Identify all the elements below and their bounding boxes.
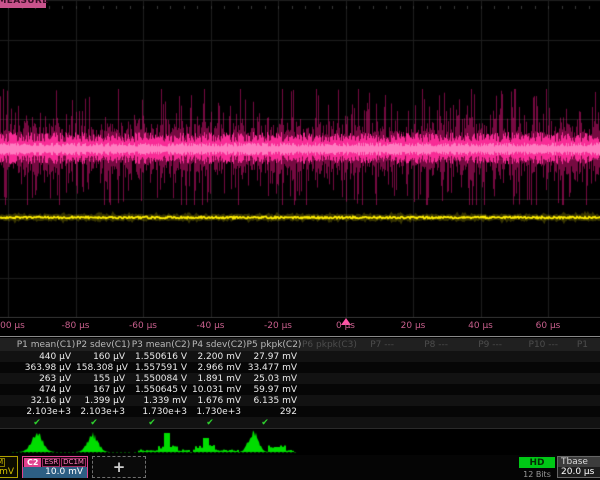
time-axis-label: 0 µs (336, 321, 355, 331)
check-icon: ✔ (192, 418, 246, 428)
measurement-row: ✔✔✔✔✔ (0, 417, 600, 428)
measurement-row: 263 µV155 µV1.550084 V1.891 mV25.03 mV (0, 373, 600, 384)
measurement-value: 2.966 mV (192, 363, 246, 373)
measurement-value: 1.730e+3 (130, 407, 192, 417)
timebase-value: 20.0 µs (558, 467, 600, 478)
c2-coupling-badge: DC1M (61, 458, 86, 467)
check-icon: ✔ (130, 418, 192, 428)
check-icon: ✔ (76, 418, 130, 428)
measurement-value: 32.16 µV (16, 396, 76, 406)
time-axis-label: -60 µs (129, 321, 157, 331)
measurement-value: 1.339 mV (130, 396, 192, 406)
measurement-value: 440 µV (16, 352, 76, 362)
measurement-value: 27.97 mV (246, 352, 302, 362)
measurement-value: 1.676 mV (192, 396, 246, 406)
measurement-row: 440 µV160 µV1.550616 V2.200 mV27.97 mV (0, 351, 600, 362)
measurement-value: 1.399 µV (76, 396, 130, 406)
c2-vdiv-value: 10.0 mV (23, 467, 87, 478)
measurement-column-header[interactable]: P10 --- (514, 340, 570, 350)
measurement-value: 25.03 mV (246, 374, 302, 384)
measurement-column-header[interactable]: P6 pkpk(C3) (302, 340, 352, 350)
measurement-row: 474 µV167 µV1.550645 V10.031 mV59.97 mV (0, 384, 600, 395)
measurement-column-header[interactable]: P2 sdev(C1) (76, 340, 130, 350)
check-icon: ✔ (16, 418, 76, 428)
time-axis-label: -80 µs (62, 321, 90, 331)
measurement-column-header[interactable]: P1 mean(C1) (16, 340, 76, 350)
measurement-value: 2.103e+3 (16, 407, 76, 417)
measurement-value: 1.557591 V (130, 363, 192, 373)
add-trace-button[interactable]: + (92, 456, 146, 478)
channel-descriptor-c2[interactable]: C2 ESR DC1M 10.0 mV (22, 456, 88, 478)
measurement-value: 363.98 µV (16, 363, 76, 373)
measurement-value: 263 µV (16, 374, 76, 384)
time-axis-label: 40 µs (468, 321, 493, 331)
time-axis: -100 µs -80 µs -60 µs -40 µs -20 µs 0 µs 20 µs… (0, 318, 600, 336)
measurement-table: P1 mean(C1)P2 sdev(C1)P3 mean(C2)P4 sdev… (0, 338, 600, 428)
measurement-value: 10.031 mV (192, 385, 246, 395)
measurement-column-header[interactable]: P4 sdev(C2) (192, 340, 246, 350)
hd-mode-badge[interactable]: HD (519, 457, 555, 468)
timebase-descriptor[interactable]: Tbase 20.0 µs (557, 456, 600, 478)
measurement-value: 158.308 µV (76, 363, 130, 373)
measurement-value: 6.135 mV (246, 396, 302, 406)
measurement-value: 167 µV (76, 385, 130, 395)
measurement-value: 160 µV (76, 352, 130, 362)
timebase-title: Tbase (558, 457, 600, 467)
measurement-value: 1.891 mV (192, 374, 246, 384)
measurement-row: 363.98 µV158.308 µV1.557591 V2.966 mV33.… (0, 362, 600, 373)
measurement-column-header[interactable]: P8 --- (406, 340, 460, 350)
check-icon: ✔ (246, 418, 302, 428)
measurement-column-header[interactable]: P9 --- (460, 340, 514, 350)
time-axis-label: -20 µs (264, 321, 292, 331)
measurement-column-header[interactable]: P1 (570, 340, 600, 350)
measurement-value: 1.730e+3 (192, 407, 246, 417)
measurement-column-header[interactable]: P3 mean(C2) (130, 340, 192, 350)
measurement-value: 2.103e+3 (76, 407, 130, 417)
time-axis-label: -100 µs (0, 321, 25, 331)
waveform-display[interactable] (0, 0, 600, 318)
channel-descriptor-c1[interactable]: C1 DC1M 50.0 mV (0, 456, 18, 478)
measurement-column-header[interactable]: P7 --- (352, 340, 406, 350)
measurement-value: 1.550084 V (130, 374, 192, 384)
measurement-value: 1.550616 V (130, 352, 192, 362)
measurement-value: 33.477 mV (246, 363, 302, 373)
time-axis-label: -40 µs (197, 321, 225, 331)
measurement-value: 2.200 mV (192, 352, 246, 362)
c2-esr-badge: ESR (42, 458, 60, 467)
c1-coupling-badge: DC1M (0, 458, 5, 467)
c2-label: C2 (24, 458, 41, 467)
measurement-column-header[interactable]: P5 pkpk(C2) (246, 340, 302, 350)
time-axis-label: 20 µs (401, 321, 426, 331)
measurement-value: 59.97 mV (246, 385, 302, 395)
plus-icon: + (113, 458, 126, 476)
measurement-value: 474 µV (16, 385, 76, 395)
clipped-menu-label[interactable]: MEASURE (0, 0, 46, 8)
measurement-row: 32.16 µV1.399 µV1.339 mV1.676 mV6.135 mV (0, 395, 600, 406)
measurement-value: 1.550645 V (130, 385, 192, 395)
measurement-row: P1 mean(C1)P2 sdev(C1)P3 mean(C2)P4 sdev… (0, 338, 600, 351)
table-top-separator (0, 336, 600, 337)
time-axis-label: 60 µs (536, 321, 561, 331)
measurement-value: 292 (246, 407, 302, 417)
measurement-histicons (0, 429, 600, 455)
c1-vdiv-value: 50.0 mV (0, 467, 17, 478)
descriptor-bar: C1 DC1M 50.0 mV C2 ESR DC1M 10.0 mV + HD… (0, 455, 600, 480)
measurement-value: 155 µV (76, 374, 130, 384)
measurement-row: 2.103e+32.103e+31.730e+31.730e+3292 (0, 406, 600, 417)
hd-bits-label: 12 Bits (517, 470, 557, 479)
